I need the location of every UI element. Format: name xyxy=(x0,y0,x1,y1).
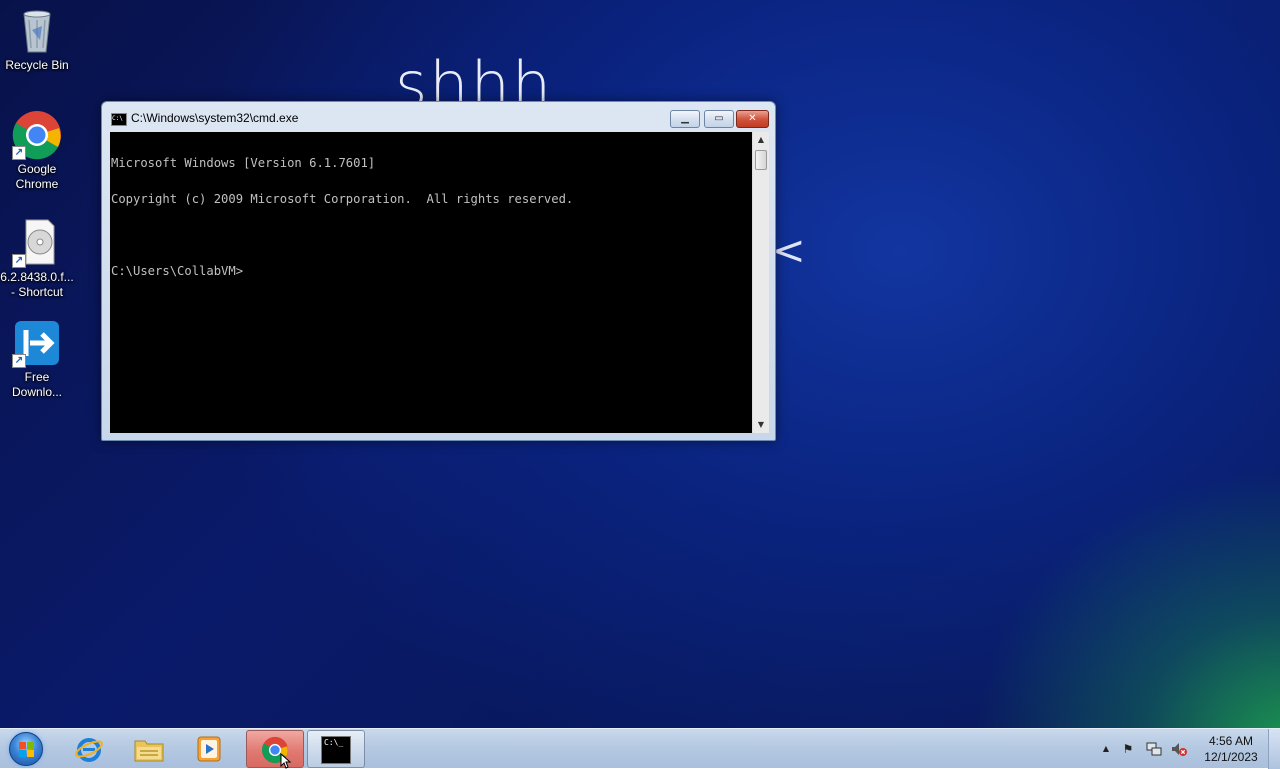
recycle-bin-icon xyxy=(12,6,62,56)
internet-explorer-icon xyxy=(74,735,104,763)
media-player-icon xyxy=(194,735,224,763)
minimize-button[interactable]: ▁ xyxy=(670,110,700,128)
desktop-icon-label: Google xyxy=(17,162,57,176)
desktop-icon-label: Chrome xyxy=(15,177,59,191)
desktop-icon-recycle-bin[interactable]: Recycle Bin xyxy=(0,6,74,73)
clock-date: 12/1/2023 xyxy=(1204,750,1258,764)
console-prompt: C:\Users\CollabVM> xyxy=(111,264,244,278)
scroll-up-button[interactable]: ▲ xyxy=(753,132,769,148)
cmd-icon: C:\_ xyxy=(321,736,351,764)
desktop-icon-label: Downlo... xyxy=(11,385,63,399)
clock-time: 4:56 AM xyxy=(1208,734,1254,748)
cmd-icon-text: C:\_ xyxy=(324,738,344,747)
scroll-thumb[interactable] xyxy=(755,150,767,170)
desktop-icon-label: 6.2.8438.0.f... xyxy=(0,270,74,284)
show-desktop-button[interactable] xyxy=(1268,729,1280,769)
scroll-down-button[interactable]: ▼ xyxy=(753,417,769,433)
free-download-manager-icon: ↗ xyxy=(12,318,62,368)
start-button[interactable] xyxy=(4,730,48,768)
console-line: Copyright (c) 2009 Microsoft Corporation… xyxy=(111,192,574,206)
console-output[interactable]: Microsoft Windows [Version 6.1.7601] Cop… xyxy=(110,132,752,433)
show-hidden-icons-button[interactable]: ▲ xyxy=(1098,741,1114,757)
disc-image-icon: ↗ xyxy=(12,218,62,268)
taskbar-google-chrome[interactable] xyxy=(246,730,304,769)
desktop-icon-label: Recycle Bin xyxy=(5,58,69,72)
windows-logo-icon xyxy=(9,732,43,766)
close-button[interactable]: ✕ xyxy=(736,110,769,128)
maximize-button[interactable]: ▭ xyxy=(704,110,734,128)
desktop-icon-disc-shortcut[interactable]: ↗ 6.2.8438.0.f... - Shortcut xyxy=(0,218,74,300)
network-icon[interactable] xyxy=(1146,741,1162,757)
desktop: shhh < Recycle Bin ↗ Google Chrome ↗ 6.2… xyxy=(0,0,1280,728)
file-explorer-icon xyxy=(134,735,164,763)
desktop-icon-label: Free xyxy=(24,370,50,384)
desktop-icon-free-download-manager[interactable]: ↗ Free Downlo... xyxy=(0,318,74,400)
vertical-scrollbar[interactable]: ▲ ▼ xyxy=(752,132,769,433)
cmd-icon[interactable]: C:\ xyxy=(111,113,127,126)
desktop-icon-label: - Shortcut xyxy=(10,285,64,299)
taskbar-file-explorer[interactable] xyxy=(121,730,179,768)
shortcut-arrow-icon: ↗ xyxy=(12,146,26,160)
console-line: Microsoft Windows [Version 6.1.7601] xyxy=(111,156,376,170)
window-titlebar[interactable]: C:\ C:\Windows\system32\cmd.exe ▁ ▭ ✕ xyxy=(102,102,775,132)
desktop-icon-google-chrome[interactable]: ↗ Google Chrome xyxy=(0,110,74,192)
wallpaper-glyph: < xyxy=(772,228,806,274)
cmd-window[interactable]: C:\ C:\Windows\system32\cmd.exe ▁ ▭ ✕ Mi… xyxy=(101,101,776,441)
taskbar-cmd[interactable]: C:\_ xyxy=(307,730,365,768)
taskbar-media-player[interactable] xyxy=(181,730,239,768)
chrome-icon: ↗ xyxy=(12,110,62,160)
volume-muted-icon[interactable] xyxy=(1171,741,1187,757)
action-center-flag-icon[interactable]: ⚑ xyxy=(1120,741,1136,757)
taskbar-internet-explorer[interactable] xyxy=(61,730,119,768)
shortcut-arrow-icon: ↗ xyxy=(12,254,26,268)
shortcut-arrow-icon: ↗ xyxy=(12,354,26,368)
mouse-cursor-icon xyxy=(280,753,292,769)
system-clock[interactable]: 4:56 AM 12/1/2023 xyxy=(1196,733,1266,765)
window-title: C:\Windows\system32\cmd.exe xyxy=(131,111,299,125)
taskbar: C:\_ ▲ ⚑ 4:56 AM 12/1/2023 xyxy=(0,728,1280,769)
